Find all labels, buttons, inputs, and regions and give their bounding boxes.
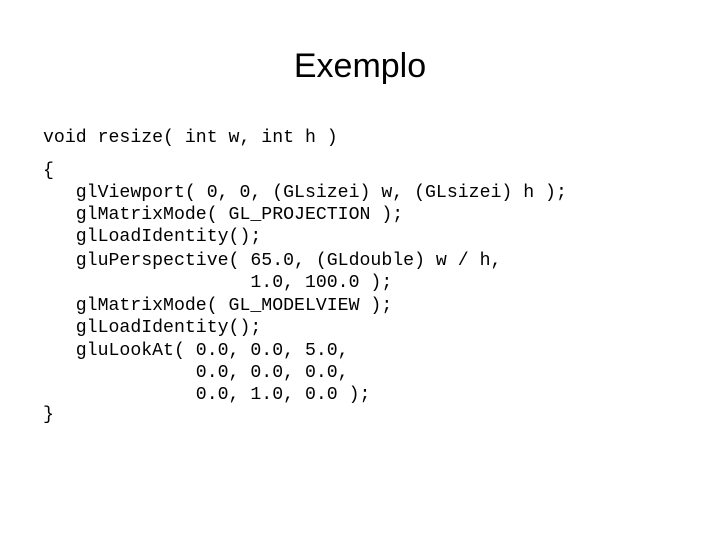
code-line: glMatrixMode( GL_MODELVIEW ); [43, 296, 393, 316]
code-line: glLoadIdentity(); [43, 318, 262, 338]
code-line: glMatrixMode( GL_PROJECTION ); [43, 205, 404, 225]
code-line: 1.0, 100.0 ); [43, 273, 393, 293]
code-signature: void resize( int w, int h ) [43, 128, 338, 148]
slide-title: Exemplo [293, 47, 427, 85]
code-close-brace: } [43, 405, 54, 425]
code-open-brace: { [43, 161, 54, 181]
code-line: gluLookAt( 0.0, 0.0, 5.0, [43, 341, 349, 361]
code-line: 0.0, 1.0, 0.0 ); [43, 385, 371, 405]
code-line: gluPerspective( 65.0, (GLdouble) w / h, [43, 251, 502, 271]
code-line: 0.0, 0.0, 0.0, [43, 363, 349, 383]
code-line: glLoadIdentity(); [43, 227, 262, 247]
code-line: glViewport( 0, 0, (GLsizei) w, (GLsizei)… [43, 183, 567, 203]
code-block: void resize( int w, int h ) { glViewport… [43, 0, 567, 425]
